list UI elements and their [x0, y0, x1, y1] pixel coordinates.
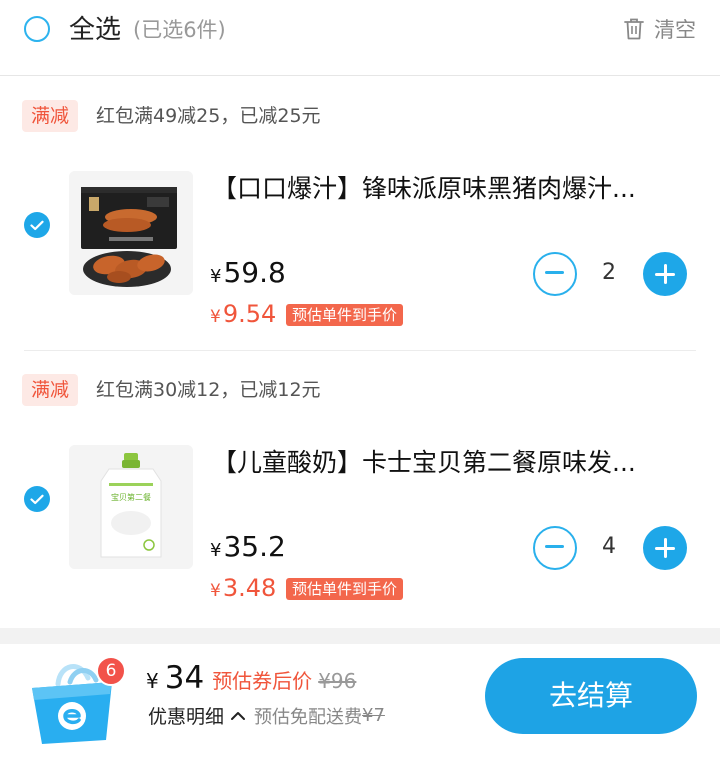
clear-button[interactable]: 清空	[624, 14, 696, 44]
discount-detail-label[interactable]: 优惠明细	[148, 702, 224, 729]
select-all-label[interactable]: 全选	[69, 12, 121, 48]
estimated-price-value: 3.48	[222, 574, 277, 602]
shipping-original-price: ¥7	[362, 705, 385, 726]
chevron-up-icon[interactable]	[230, 711, 246, 721]
item-checkbox[interactable]	[24, 486, 50, 512]
quantity-stepper: 2	[533, 252, 687, 296]
promo-row: 满减 红包满49减25，已减25元	[0, 100, 720, 140]
quantity-stepper: 4	[533, 526, 687, 570]
cart-count-badge: 6	[96, 656, 126, 686]
total-price-line: ¥ 34 预估券后价 ¥96	[146, 660, 356, 696]
currency-symbol: ¥	[210, 581, 221, 601]
estimated-price-tag: 预估单件到手价	[286, 578, 404, 600]
promo-badge: 满减	[22, 374, 78, 406]
shipping-label: 预估免配送费	[254, 706, 363, 728]
estimated-price-tag: 预估单件到手价	[286, 304, 404, 326]
promo-badge: 满减	[22, 100, 78, 132]
cart-item: 【口口爆汁】锋味派原味黑猪肉爆汁... ¥59.8 ¥9.54 预估单件到手价 …	[0, 160, 720, 330]
currency-symbol: ¥	[146, 669, 159, 693]
item-checkbox[interactable]	[24, 212, 50, 238]
divider	[24, 350, 696, 351]
cart-header: 全选 (已选6件) 清空	[0, 0, 720, 76]
coupon-price-label: 预估券后价	[212, 669, 313, 693]
quantity-value[interactable]: 2	[589, 258, 629, 288]
increase-button[interactable]	[643, 526, 687, 570]
selected-count: (已选6件)	[133, 18, 226, 42]
decrease-button[interactable]	[533, 252, 577, 296]
item-title[interactable]: 【口口爆汁】锋味派原味黑猪肉爆汁...	[212, 172, 682, 206]
item-title[interactable]: 【儿童酸奶】卡士宝贝第二餐原味发...	[212, 446, 682, 480]
decrease-button[interactable]	[533, 526, 577, 570]
select-all-radio[interactable]	[24, 16, 50, 42]
clear-label: 清空	[654, 18, 696, 42]
promo-text: 红包满49减25，已减25元	[96, 105, 321, 127]
svg-text:宝贝第二餐: 宝贝第二餐	[111, 492, 151, 502]
cart-basket-icon[interactable]: 6	[30, 654, 130, 744]
discount-detail-line[interactable]: 优惠明细 预估免配送费 ¥7	[148, 702, 385, 729]
total-value: 34	[164, 660, 205, 696]
promo-row: 满减 红包满30减12，已减12元	[0, 374, 720, 414]
checkout-button[interactable]: 去结算	[485, 658, 697, 734]
currency-symbol: ¥	[210, 266, 222, 287]
trash-icon	[624, 18, 644, 40]
estimated-price: ¥3.48	[210, 573, 276, 606]
item-price: ¥35.2	[210, 530, 286, 568]
increase-button[interactable]	[643, 252, 687, 296]
checkout-bar: 6 ¥ 34 预估券后价 ¥96 优惠明细 预估免配送费 ¥7 去结算	[0, 644, 720, 759]
currency-symbol: ¥	[210, 540, 222, 561]
estimated-price: ¥9.54	[210, 299, 276, 332]
estimated-price-value: 9.54	[222, 300, 277, 328]
price-value: 59.8	[223, 256, 286, 289]
yogurt-pouch-product-image[interactable]: 宝贝第二餐	[69, 445, 193, 569]
cart-item: 宝贝第二餐 【儿童酸奶】卡士宝贝第二餐原味发... ¥35.2 ¥3.48 预估…	[0, 434, 720, 604]
quantity-value[interactable]: 4	[589, 532, 629, 562]
original-price: ¥96	[318, 669, 357, 693]
checkmark-icon	[30, 494, 44, 504]
currency-symbol: ¥	[210, 307, 221, 327]
section-gap	[0, 628, 720, 644]
sausage-product-image[interactable]	[69, 171, 193, 295]
price-value: 35.2	[223, 530, 286, 563]
promo-text: 红包满30减12，已减12元	[96, 379, 321, 401]
item-price: ¥59.8	[210, 256, 286, 294]
checkmark-icon	[30, 220, 44, 230]
